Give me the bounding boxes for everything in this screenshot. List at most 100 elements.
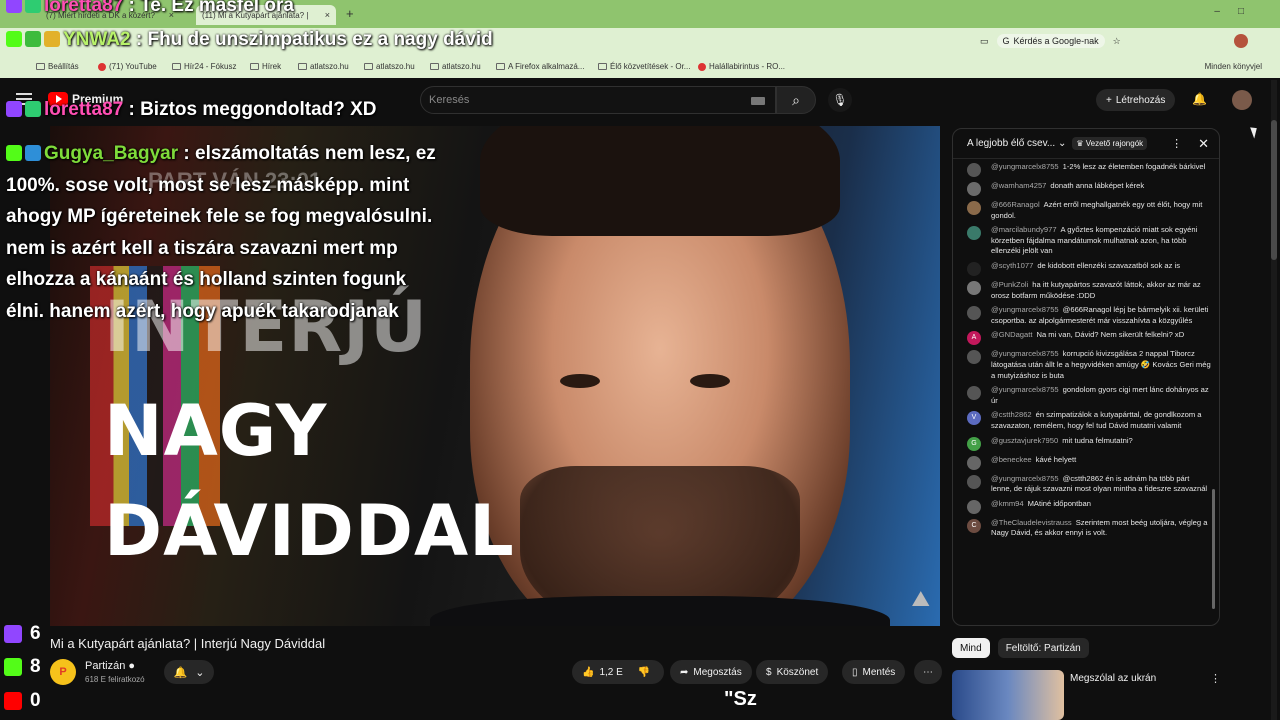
- chat-author-avatar[interactable]: C: [967, 518, 981, 533]
- scrollbar-thumb[interactable]: [1271, 120, 1277, 260]
- chat-author-name[interactable]: @yungmarcelx8755: [991, 305, 1059, 314]
- channel-name[interactable]: Partizán ●: [85, 660, 135, 672]
- browser-profile-avatar[interactable]: [1234, 34, 1248, 48]
- bookmark-item[interactable]: atlatszo.hu: [298, 62, 349, 71]
- google-search-button[interactable]: G Kérdés a Google-nak: [996, 34, 1105, 48]
- dislike-icon[interactable]: 👎: [638, 667, 650, 678]
- chat-author-name[interactable]: @beneckee: [991, 455, 1032, 464]
- chip-all[interactable]: Mind: [952, 638, 990, 658]
- chat-author-avatar[interactable]: [967, 201, 981, 215]
- screen: (7) Miért hirdeti a DK a közért? × (11) M…: [0, 0, 1280, 720]
- chat-author-name[interactable]: @TheClaudelevistrauss: [991, 518, 1072, 527]
- chat-message[interactable]: C @TheClaudelevistrauss Szerintem most beé…: [967, 518, 1211, 539]
- chat-message[interactable]: @666Ranagol Azért erről meghallgatnék egy…: [967, 200, 1211, 221]
- chat-message[interactable]: @yungmarcelx8755 @666Ranagol lépj be bárm…: [967, 305, 1211, 326]
- chat-author-name[interactable]: @666Ranagol: [991, 200, 1040, 209]
- search-input[interactable]: Keresés: [420, 86, 776, 114]
- recommendation-title[interactable]: Megszólal az ukrán: [1070, 673, 1156, 684]
- star-icon[interactable]: ☆: [1113, 36, 1121, 47]
- chat-author-name[interactable]: @yungmarcelx8755: [991, 162, 1059, 171]
- overlay-chat-message: YNWA2 : Fhu de unszimpatikus ez a nagy d…: [6, 28, 493, 53]
- chat-author-name[interactable]: @scyth1077: [991, 261, 1033, 270]
- chip-uploader[interactable]: Feltöltő: Partizán: [997, 638, 1089, 658]
- chat-message-body: @scyth1077 de kidobott ellenzéki szavazat…: [991, 261, 1180, 276]
- chat-author-avatar[interactable]: G: [967, 436, 981, 451]
- bookmark-item[interactable]: Halállabirintus - RO...: [698, 62, 785, 71]
- chat-author-avatar[interactable]: [967, 386, 981, 401]
- more-vert-icon[interactable]: ⋮: [1210, 672, 1221, 685]
- chat-mode-selector[interactable]: A legjobb élő csev... ⌄: [967, 138, 1066, 149]
- chat-author-avatar[interactable]: [967, 474, 981, 489]
- chat-author-name[interactable]: @gusztavjurek7950: [991, 436, 1058, 445]
- more-actions-button[interactable]: ⋯: [914, 660, 942, 684]
- chat-author-name[interactable]: @yungmarcelx8755: [991, 349, 1059, 358]
- voice-search-button[interactable]: 🎙: [828, 88, 852, 112]
- bookmark-item[interactable]: A Firefox alkalmazá...: [496, 62, 584, 71]
- chat-message-text: kávé helyett: [1035, 454, 1077, 464]
- bookmark-item[interactable]: Élő közvetítések - Or...: [598, 62, 690, 71]
- chat-author-avatar[interactable]: [967, 306, 981, 321]
- chat-author-name[interactable]: @cstth2862: [991, 410, 1032, 419]
- chat-author-avatar[interactable]: A: [967, 331, 981, 346]
- chat-message-list: @yungmarcelx8755 1-2% lesz az életemben f…: [953, 159, 1219, 539]
- chat-author-name[interactable]: @marcilabundy977: [991, 225, 1057, 234]
- chat-message[interactable]: @marcilabundy977 A győztes kompenzáció mi…: [967, 225, 1211, 257]
- chat-author-avatar[interactable]: [967, 455, 981, 470]
- chat-message[interactable]: @PunkZoli ha itt kutyapártos szavazót lát…: [967, 280, 1211, 301]
- share-button[interactable]: ➦ Megosztás: [670, 660, 752, 684]
- chat-message[interactable]: @scyth1077 de kidobott ellenzéki szavazat…: [967, 261, 1211, 276]
- chat-author-name[interactable]: @yungmarcelx8755: [991, 385, 1059, 394]
- chat-author-avatar[interactable]: [967, 261, 981, 276]
- chat-author-avatar[interactable]: [967, 226, 981, 241]
- notifications-bell-icon[interactable]: 🔔: [1192, 92, 1207, 106]
- page-scrollbar[interactable]: [1271, 80, 1277, 720]
- create-button[interactable]: + Létrehozás: [1096, 89, 1176, 111]
- chat-author-avatar[interactable]: [967, 350, 981, 365]
- chat-author-name[interactable]: @GNDagatt: [991, 330, 1032, 339]
- subscription-bell-button[interactable]: 🔔 ⌄: [164, 660, 214, 684]
- recommendation-thumbnail[interactable]: [952, 670, 1064, 720]
- bookmark-item[interactable]: Hír24 - Fókusz: [172, 62, 236, 71]
- window-controls[interactable]: –□: [1214, 6, 1262, 17]
- like-button[interactable]: 👍 1,2 E 👎: [572, 660, 664, 684]
- scrollbar-thumb[interactable]: [1212, 489, 1215, 609]
- thanks-button[interactable]: $ Köszönet: [756, 660, 829, 684]
- bookmark-item[interactable]: atlatszo.hu: [430, 62, 481, 71]
- leader-filter-button[interactable]: ♛ Vezető rajongók: [1072, 137, 1148, 150]
- chat-scrollbar[interactable]: [1212, 169, 1215, 619]
- chat-message[interactable]: @yungmarcelx8755 @cstth2862 én is adnám h…: [967, 474, 1211, 495]
- chat-message[interactable]: A @GNDagatt Na mi van, Dávid? Nem sikerült…: [967, 330, 1211, 346]
- close-icon[interactable]: ×: [325, 10, 330, 20]
- chat-author-name[interactable]: @yungmarcelx8755: [991, 474, 1059, 483]
- chat-message[interactable]: V @cstth2862 én szimpatizálok a kutyapártt…: [967, 410, 1211, 431]
- bookmark-item[interactable]: (71) YouTube: [98, 62, 157, 71]
- bookmark-item[interactable]: atlatszo.hu: [364, 62, 415, 71]
- chat-message[interactable]: @yungmarcelx8755 1-2% lesz az életemben f…: [967, 162, 1211, 177]
- channel-avatar[interactable]: P: [50, 659, 76, 685]
- bookmark-item[interactable]: Beállítás: [36, 62, 79, 71]
- search-button[interactable]: ⌕: [776, 86, 816, 114]
- chat-message[interactable]: @yungmarcelx8755 korrupció kivizsgálása 2…: [967, 349, 1211, 381]
- chat-message[interactable]: G @gusztavjurek7950 mit tudna felmutatni?: [967, 436, 1211, 451]
- chat-author-name[interactable]: @PunkZoli: [991, 280, 1028, 289]
- chat-author-avatar[interactable]: [967, 163, 981, 177]
- chat-message[interactable]: @yungmarcelx8755 gondolom gyors cigi mert…: [967, 385, 1211, 406]
- chat-message[interactable]: @beneckee kávé helyett: [967, 455, 1211, 470]
- cast-icon[interactable]: ▭: [980, 36, 989, 47]
- chat-author-avatar[interactable]: [967, 280, 981, 295]
- save-button[interactable]: ▯ Mentés: [842, 660, 906, 684]
- all-bookmarks[interactable]: Minden könyvjel: [1205, 62, 1262, 71]
- close-icon[interactable]: ✕: [1198, 136, 1209, 152]
- bookmark-item[interactable]: Hírek: [250, 62, 281, 71]
- chat-message[interactable]: @wamham4257 donath anna lábképet kérek: [967, 181, 1211, 196]
- more-vert-icon[interactable]: ⋮: [1171, 137, 1182, 150]
- chat-author-name[interactable]: @wamham4257: [991, 181, 1046, 190]
- chat-author-avatar[interactable]: V: [967, 411, 981, 426]
- chat-message[interactable]: @kmm94 MAtiné időpontban: [967, 499, 1211, 514]
- chat-author-name[interactable]: @kmm94: [991, 499, 1024, 508]
- chat-author-avatar[interactable]: [967, 182, 981, 196]
- chat-author-avatar[interactable]: [967, 499, 981, 514]
- account-avatar[interactable]: [1232, 90, 1252, 110]
- keyboard-icon[interactable]: [751, 97, 765, 105]
- new-tab-button[interactable]: +: [346, 6, 354, 21]
